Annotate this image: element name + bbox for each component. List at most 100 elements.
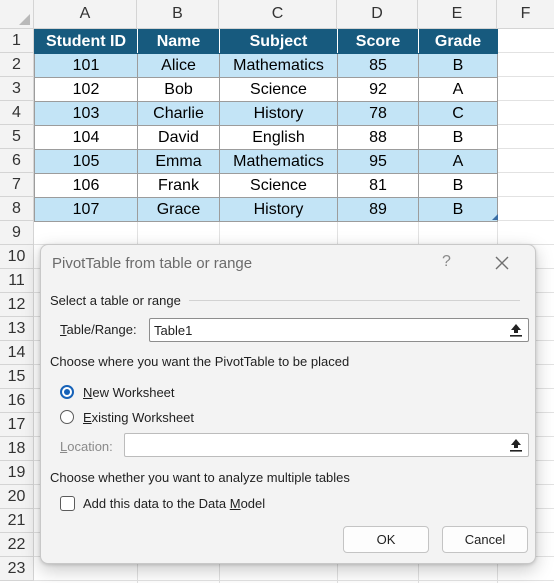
grade-cell[interactable]: B [418, 197, 498, 222]
subject-cell[interactable]: Mathematics [219, 149, 338, 174]
row-header[interactable]: 4 [0, 101, 34, 125]
table-resize-handle[interactable] [492, 214, 498, 220]
name-cell[interactable]: Alice [137, 53, 220, 78]
name-cell[interactable]: David [137, 125, 220, 150]
column-header-f[interactable]: F [497, 0, 554, 29]
row-header[interactable]: 21 [0, 509, 34, 533]
divider [188, 300, 520, 301]
row-header[interactable]: 16 [0, 389, 34, 413]
row-header[interactable]: 12 [0, 293, 34, 317]
table-range-input[interactable]: Table1 [149, 318, 529, 342]
score-cell[interactable]: 92 [337, 77, 419, 102]
student-id-cell[interactable]: 105 [34, 149, 138, 174]
row-header[interactable]: 5 [0, 125, 34, 149]
subject-cell[interactable]: Science [219, 173, 338, 198]
row-header[interactable]: 10 [0, 245, 34, 269]
dialog-title: PivotTable from table or range [52, 255, 253, 272]
new-worksheet-radio[interactable] [60, 385, 74, 399]
help-button[interactable]: ? [442, 253, 451, 271]
access-key: N [83, 385, 93, 400]
header-subject[interactable]: Subject [219, 29, 338, 54]
column-header-c[interactable]: C [219, 0, 337, 29]
close-button[interactable] [491, 252, 513, 274]
header-student-id[interactable]: Student ID [34, 29, 138, 54]
ok-button[interactable]: OK [343, 526, 429, 553]
student-id-cell[interactable]: 107 [34, 197, 138, 222]
new-worksheet-label[interactable]: New Worksheet [83, 385, 175, 400]
student-id-cell[interactable]: 106 [34, 173, 138, 198]
data-model-checkbox[interactable] [60, 496, 75, 511]
select-all-corner[interactable] [0, 0, 34, 29]
cancel-button[interactable]: Cancel [442, 526, 528, 553]
range-picker-button[interactable] [507, 321, 525, 339]
row-header[interactable]: 1 [0, 29, 34, 53]
row-header[interactable]: 3 [0, 77, 34, 101]
score-cell[interactable]: 85 [337, 53, 419, 78]
row-header[interactable]: 18 [0, 437, 34, 461]
column-header-e[interactable]: E [418, 0, 497, 29]
table-row: 104 David English 88 B [34, 125, 498, 150]
subject-cell[interactable]: Science [219, 77, 338, 102]
score-cell[interactable]: 95 [337, 149, 419, 174]
grade-cell[interactable]: B [418, 125, 498, 150]
row-header[interactable]: 17 [0, 413, 34, 437]
row-header[interactable]: 13 [0, 317, 34, 341]
grade-cell[interactable]: C [418, 101, 498, 126]
new-worksheet-text: ew Worksheet [92, 385, 175, 400]
select-all-triangle [19, 14, 30, 25]
row-header[interactable]: 11 [0, 269, 34, 293]
row-header[interactable]: 19 [0, 461, 34, 485]
grade-cell[interactable]: A [418, 77, 498, 102]
row-header[interactable]: 14 [0, 341, 34, 365]
name-cell[interactable]: Grace [137, 197, 220, 222]
row-header[interactable]: 23 [0, 557, 34, 581]
section-multiple: Choose whether you want to analyze multi… [50, 470, 520, 485]
column-header-d[interactable]: D [337, 0, 418, 29]
table-range-label-text: able/Range: [66, 322, 137, 337]
row-header[interactable]: 6 [0, 149, 34, 173]
header-score[interactable]: Score [337, 29, 419, 54]
existing-worksheet-label[interactable]: Existing Worksheet [83, 410, 194, 425]
table-range-label: Table/Range: [60, 322, 137, 337]
score-cell[interactable]: 89 [337, 197, 419, 222]
name-cell[interactable]: Charlie [137, 101, 220, 126]
row-header[interactable]: 20 [0, 485, 34, 509]
table-row: 105 Emma Mathematics 95 A [34, 149, 498, 174]
table-row: 106 Frank Science 81 B [34, 173, 498, 198]
row-header[interactable]: 7 [0, 173, 34, 197]
score-cell[interactable]: 78 [337, 101, 419, 126]
location-picker-button[interactable] [507, 436, 525, 454]
location-label: Location: [60, 439, 113, 454]
name-cell[interactable]: Bob [137, 77, 220, 102]
student-id-cell[interactable]: 103 [34, 101, 138, 126]
subject-cell[interactable]: Mathematics [219, 53, 338, 78]
subject-cell[interactable]: English [219, 125, 338, 150]
score-cell[interactable]: 88 [337, 125, 419, 150]
subject-cell[interactable]: History [219, 197, 338, 222]
section-source: Select a table or range [50, 293, 520, 308]
subject-cell[interactable]: History [219, 101, 338, 126]
grade-cell[interactable]: A [418, 149, 498, 174]
column-header-a[interactable]: A [34, 0, 137, 29]
score-cell[interactable]: 81 [337, 173, 419, 198]
student-id-cell[interactable]: 102 [34, 77, 138, 102]
row-header[interactable]: 8 [0, 197, 34, 221]
row-header[interactable]: 15 [0, 365, 34, 389]
row-header[interactable]: 22 [0, 533, 34, 557]
data-model-label[interactable]: Add this data to the Data Model [83, 496, 265, 511]
header-grade[interactable]: Grade [418, 29, 498, 54]
name-cell[interactable]: Emma [137, 149, 220, 174]
existing-worksheet-radio[interactable] [60, 410, 74, 424]
location-input[interactable] [124, 433, 529, 457]
student-id-cell[interactable]: 101 [34, 53, 138, 78]
header-name[interactable]: Name [137, 29, 220, 54]
grade-cell[interactable]: B [418, 173, 498, 198]
section-placement: Choose where you want the PivotTable to … [50, 354, 520, 369]
name-cell[interactable]: Frank [137, 173, 220, 198]
student-id-cell[interactable]: 104 [34, 125, 138, 150]
row-header[interactable]: 9 [0, 221, 34, 245]
grade-cell[interactable]: B [418, 53, 498, 78]
row-header[interactable]: 2 [0, 53, 34, 77]
column-header-b[interactable]: B [137, 0, 219, 29]
table-range-value: Table1 [154, 322, 193, 338]
